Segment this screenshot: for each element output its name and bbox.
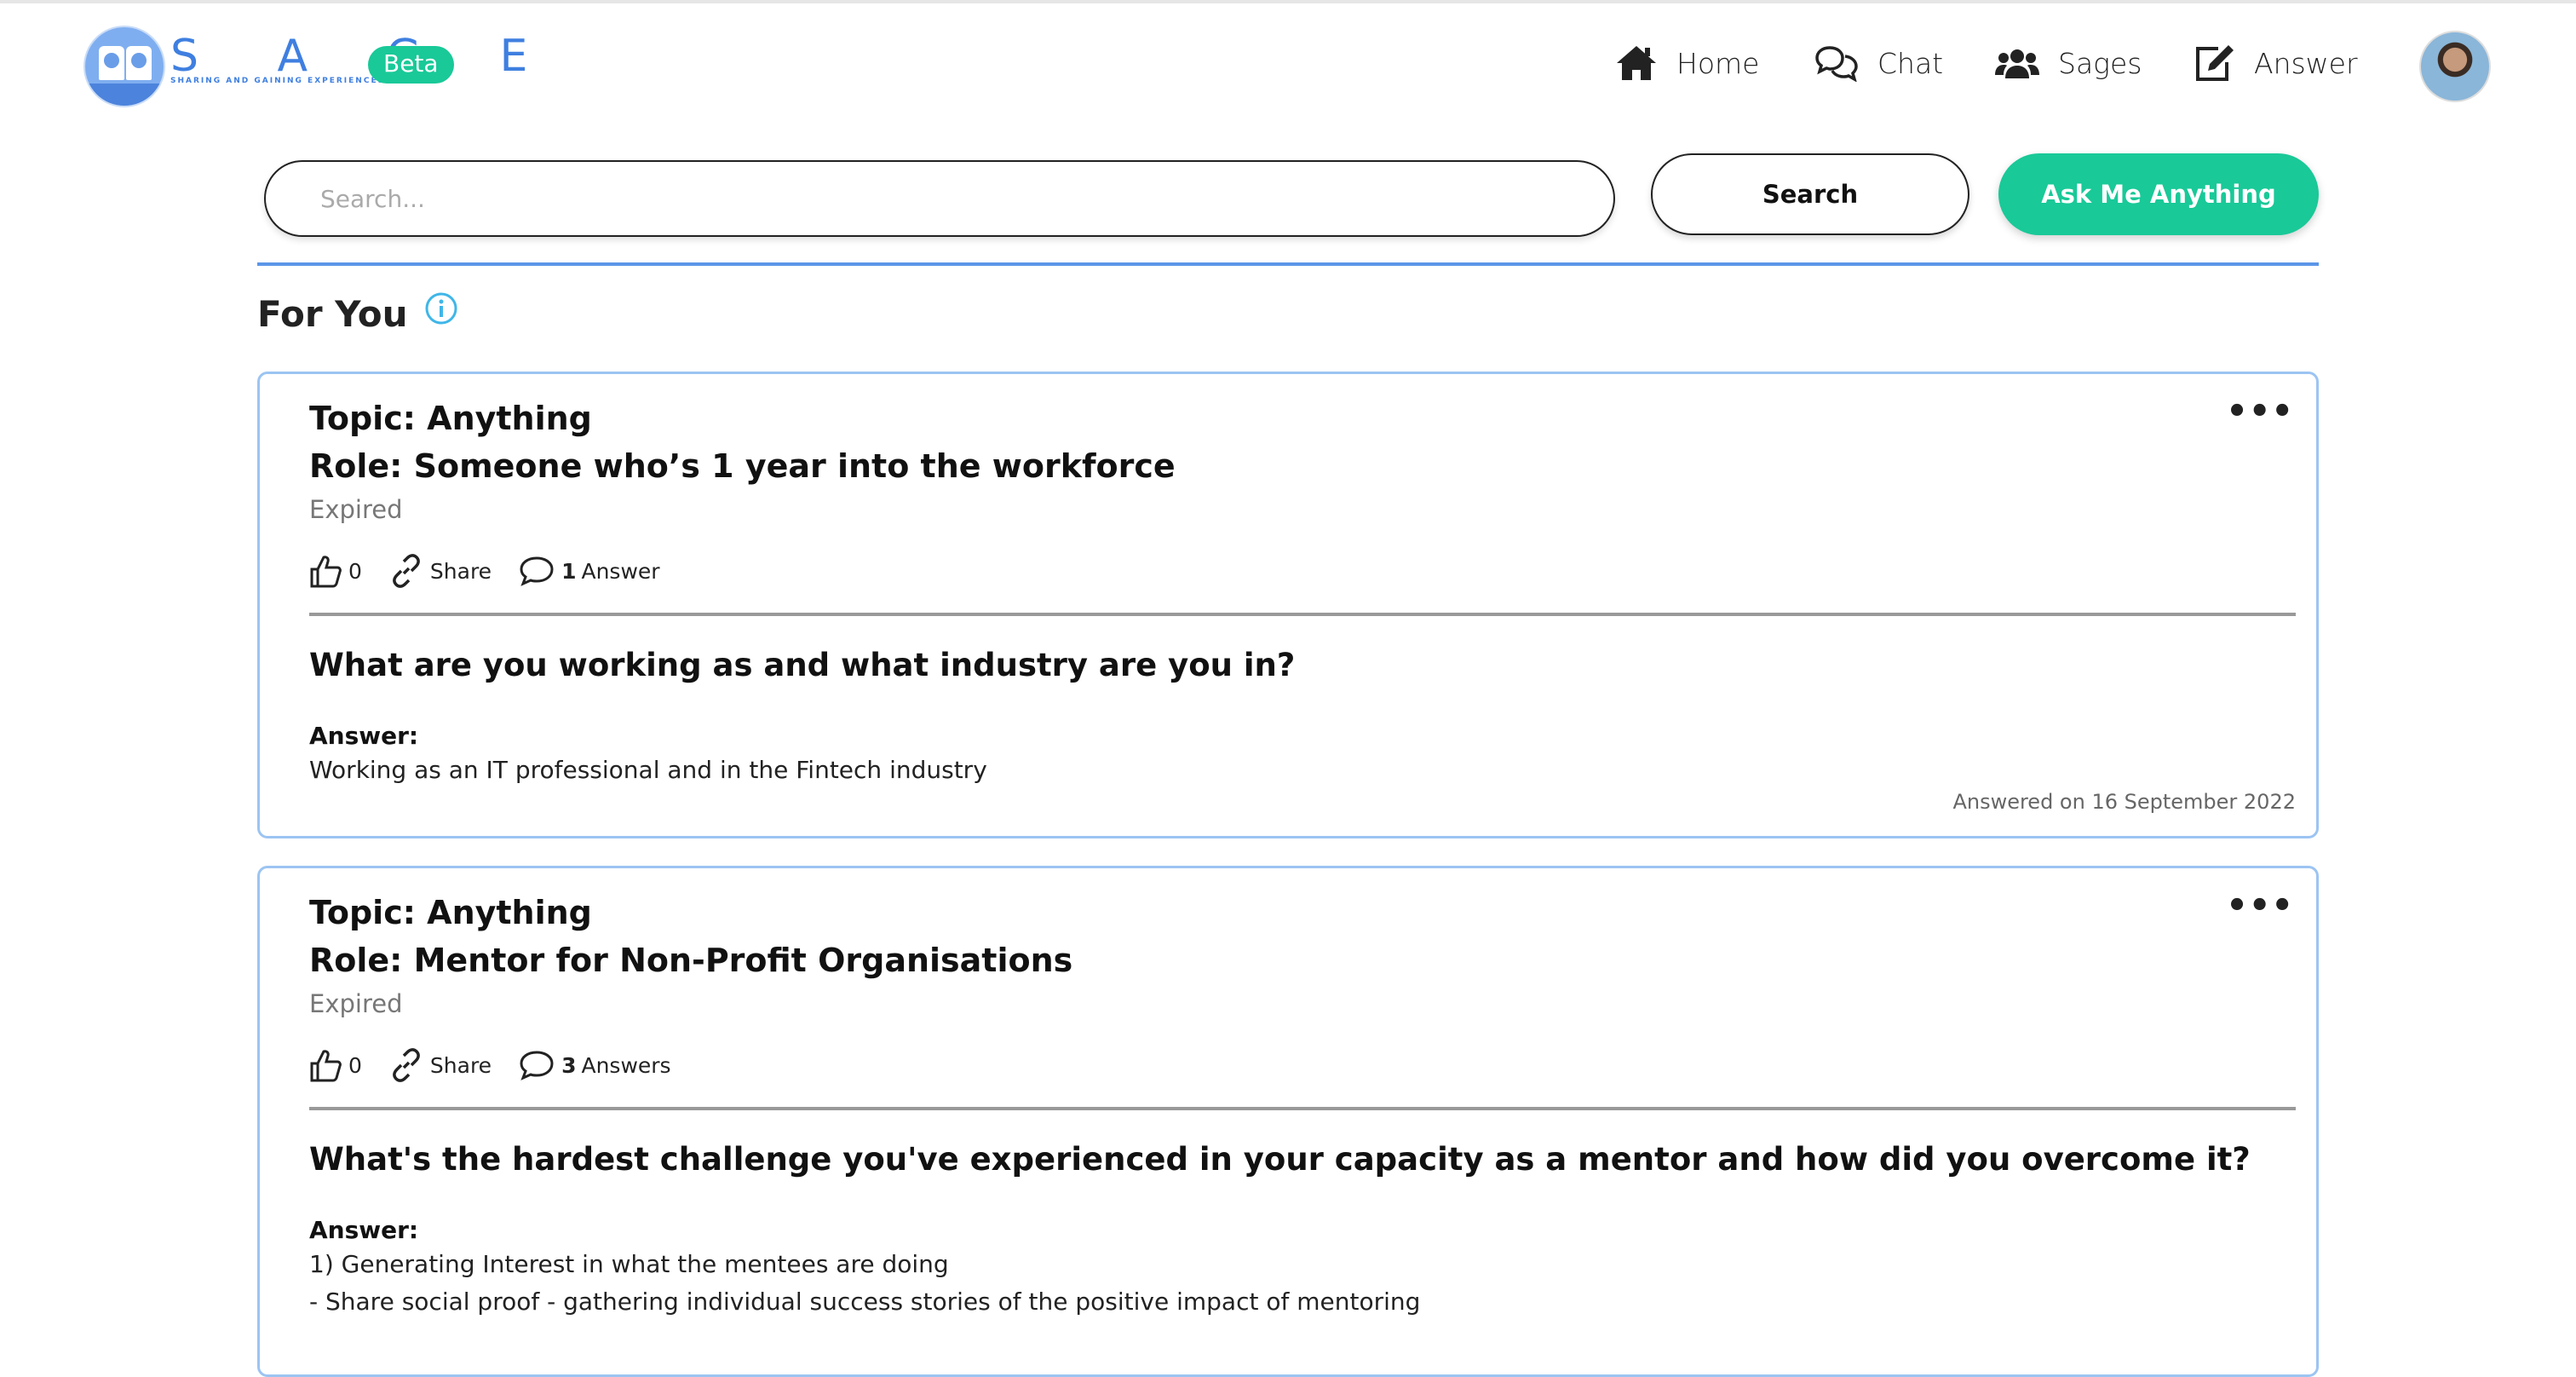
thumbs-up-icon — [310, 1050, 342, 1082]
comment-icon — [520, 1051, 554, 1080]
answer-count-label: Answers — [581, 1052, 671, 1078]
section-divider — [257, 262, 2319, 266]
edit-icon — [2196, 45, 2234, 81]
like-button[interactable]: 0 — [309, 1048, 362, 1082]
user-avatar[interactable] — [2419, 31, 2491, 102]
nav-sages[interactable]: Sages — [1995, 37, 2142, 89]
nav-home-label: Home — [1676, 46, 1760, 80]
comment-icon — [520, 556, 554, 586]
search-input[interactable] — [264, 160, 1615, 237]
nav-sages-label: Sages — [2058, 46, 2142, 80]
header: S A G E SHARING AND GAINING EXPERIENCES … — [0, 3, 2576, 126]
chat-bubbles-icon — [1815, 46, 1858, 82]
more-options-icon[interactable]: ••• — [2226, 889, 2294, 923]
search-button[interactable]: Search — [1651, 153, 1969, 235]
logo-base — [85, 84, 164, 106]
share-button[interactable]: Share — [389, 554, 492, 588]
brand-name: S A G E — [170, 31, 561, 82]
sage-logo[interactable] — [83, 26, 165, 107]
like-count: 0 — [348, 1052, 362, 1078]
card-role: Role: Someone who’s 1 year into the work… — [309, 447, 1176, 485]
feed-title: For You — [257, 293, 408, 335]
nav-home[interactable]: Home — [1615, 37, 1759, 89]
card-status: Expired — [309, 989, 403, 1018]
home-icon — [1617, 46, 1656, 80]
card-actions: 0 Share 3 Answers — [309, 1044, 699, 1086]
beta-badge: Beta — [368, 46, 454, 84]
info-icon[interactable] — [424, 291, 458, 326]
card-topic: Topic: Anything — [309, 400, 592, 437]
logo-figure-right — [126, 46, 152, 80]
nav-answer-label: Answer — [2254, 46, 2358, 80]
card-actions: 0 Share 1 Answer — [309, 550, 687, 592]
answers-link[interactable]: 1 Answer — [519, 555, 660, 587]
users-icon — [1995, 49, 2039, 78]
share-label: Share — [429, 1052, 492, 1078]
question-card: Topic: Anything Role: Someone who’s 1 ye… — [257, 372, 2319, 838]
card-topic: Topic: Anything — [309, 894, 592, 931]
link-icon — [393, 1048, 420, 1082]
card-status: Expired — [309, 495, 403, 524]
answer-text: 1) Generating Interest in what the mente… — [309, 1250, 949, 1278]
answer-text: Working as an IT professional and in the… — [309, 756, 987, 784]
answer-count: 3 — [561, 1052, 577, 1078]
card-divider — [309, 613, 2296, 616]
like-button[interactable]: 0 — [309, 554, 362, 588]
share-button[interactable]: Share — [389, 1048, 492, 1082]
logo-figure-left — [99, 46, 124, 80]
like-count: 0 — [348, 558, 362, 584]
answer-count-label: Answer — [581, 558, 660, 584]
card-divider — [309, 1107, 2296, 1110]
card-role: Role: Mentor for Non-Profit Organisation… — [309, 942, 1073, 979]
card-question: What are you working as and what industr… — [309, 647, 1296, 683]
answer-label: Answer: — [309, 1216, 419, 1244]
brand-tagline: SHARING AND GAINING EXPERIENCES — [170, 77, 386, 85]
answers-link[interactable]: 3 Answers — [519, 1049, 671, 1081]
question-card: Topic: Anything Role: Mentor for Non-Pro… — [257, 866, 2319, 1377]
share-label: Share — [429, 558, 492, 584]
answer-text-line-2: - Share social proof - gathering individ… — [309, 1288, 1421, 1316]
more-options-icon[interactable]: ••• — [2226, 395, 2294, 429]
nav-answer[interactable]: Answer — [2193, 37, 2358, 89]
ask-me-anything-button[interactable]: Ask Me Anything — [1998, 153, 2319, 235]
answer-label: Answer: — [309, 722, 419, 750]
card-question: What's the hardest challenge you've expe… — [309, 1141, 2251, 1178]
nav-chat-label: Chat — [1877, 46, 1944, 80]
answer-count: 1 — [561, 558, 577, 584]
answered-date: Answered on 16 September 2022 — [1952, 790, 2296, 814]
thumbs-up-icon — [310, 556, 342, 588]
link-icon — [393, 554, 420, 588]
nav-chat[interactable]: Chat — [1814, 37, 1943, 89]
